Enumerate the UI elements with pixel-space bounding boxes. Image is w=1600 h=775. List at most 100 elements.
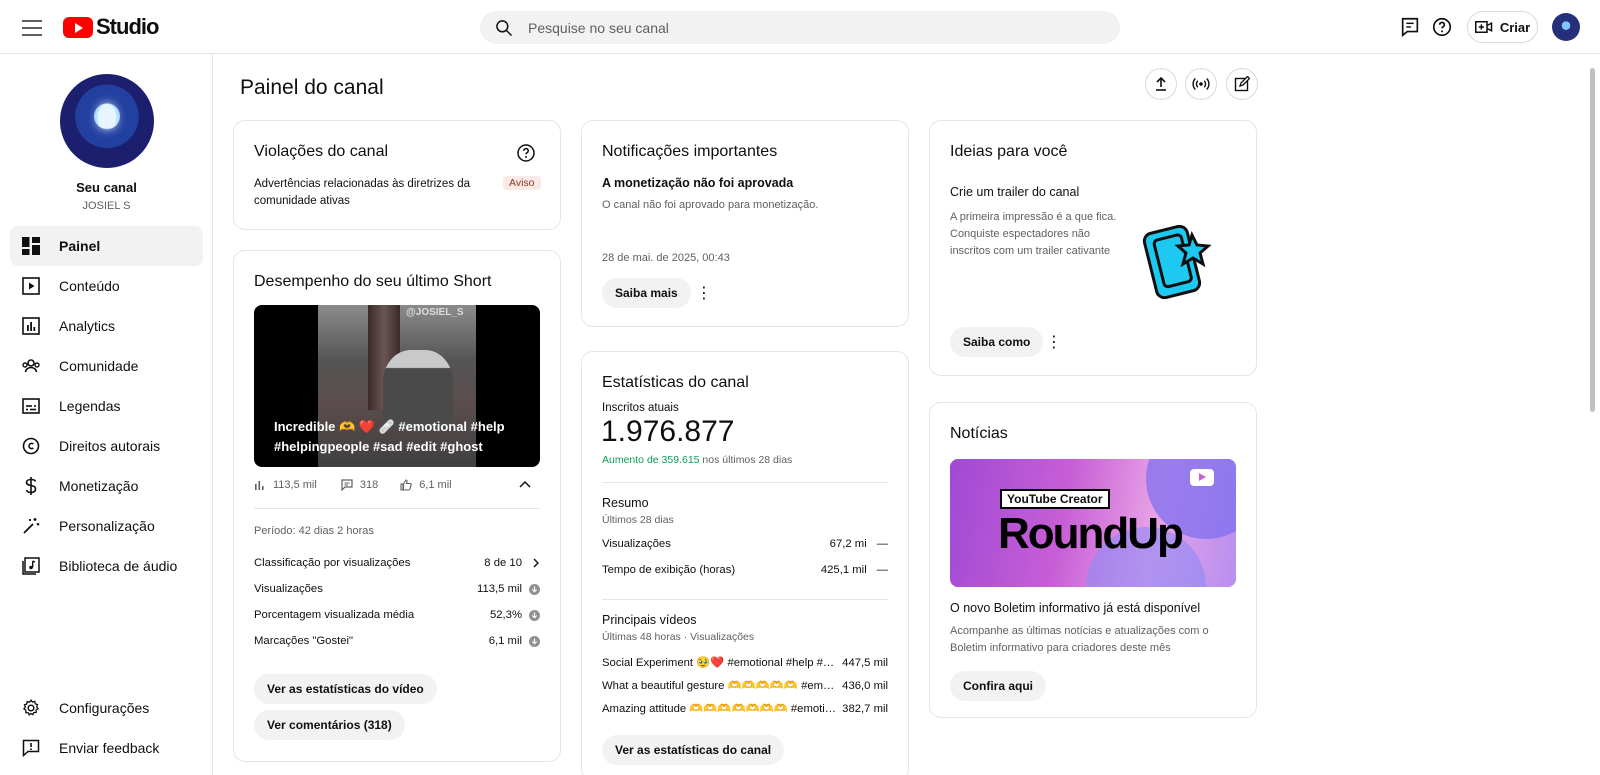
news-text: Acompanhe as últimas notícias e atualiza… — [950, 625, 1209, 654]
message-icon[interactable] — [1399, 16, 1421, 38]
short-metric-value: 113,5 mil — [477, 583, 522, 595]
top-video-views: 436,0 mil — [842, 679, 888, 692]
sidebar-item-direitos-autorais[interactable]: Direitos autorais — [10, 426, 203, 466]
more-options-icon[interactable]: ⋮ — [694, 283, 714, 303]
short-metric-label: Marcações "Gostei" — [254, 635, 354, 647]
help-icon[interactable] — [1431, 16, 1453, 38]
audio-library-icon — [21, 556, 41, 576]
top-video-row[interactable]: Social Experiment 🥹❤️ #emotional #help #… — [602, 656, 888, 670]
comments-icon — [341, 479, 353, 491]
status-badge: Aviso — [503, 176, 541, 190]
sidebar-item-painel[interactable]: Painel — [10, 226, 203, 266]
short-thumbnail[interactable]: @JOSIEL_S Incredible 🫶 ❤️ 🩹 #emotional #… — [254, 305, 540, 467]
live-button[interactable] — [1185, 68, 1217, 100]
sidebar-item-biblioteca-audio[interactable]: Biblioteca de áudio — [10, 546, 203, 586]
sidebar-item-label: Personalização — [59, 518, 155, 534]
view-channel-stats-button[interactable]: Ver as estatísticas do canal — [602, 735, 785, 765]
divider — [254, 508, 540, 509]
short-metric-label: Classificação por visualizações — [254, 557, 411, 569]
sidebar-item-monetizacao[interactable]: Monetização — [10, 466, 203, 506]
sidebar-item-label: Comunidade — [59, 358, 139, 374]
violations-card: Violações do canal Advertências relacion… — [233, 120, 561, 230]
sidebar-item-personalizacao[interactable]: Personalização — [10, 506, 203, 546]
ideas-text: A primeira impressão é a que fica. Conqu… — [950, 211, 1117, 257]
summary-subtitle: Últimos 28 dias — [602, 514, 674, 526]
subscribers-growth: Aumento de 359.615 — [602, 454, 700, 466]
analytics-icon — [21, 316, 41, 336]
channel-avatar[interactable] — [60, 74, 154, 168]
studio-logo[interactable]: Studio — [63, 14, 159, 40]
create-label: Criar — [1499, 19, 1531, 35]
notifications-title: Notificações importantes — [602, 143, 778, 160]
sidebar-item-analytics[interactable]: Analytics — [10, 306, 203, 346]
view-video-stats-button[interactable]: Ver as estatísticas do vídeo — [254, 674, 437, 704]
sidebar-item-comunidade[interactable]: Comunidade — [10, 346, 203, 386]
scrollbar-thumb[interactable] — [1590, 68, 1595, 412]
main-content: Painel do canal Violações do canal Adver… — [213, 54, 1600, 775]
help-circle-icon[interactable] — [516, 143, 536, 163]
top-video-row[interactable]: What a beautiful gesture 🫶🫶🫶🫶🫶 #emotiona… — [602, 679, 888, 693]
check-it-out-button[interactable]: Confira aqui — [950, 671, 1047, 701]
top-videos-title: Principais vídeos — [602, 613, 697, 627]
top-video-row[interactable]: Amazing attitude 🫶🫶🫶🫶🫶🫶🫶 #emotional #hel… — [602, 702, 888, 716]
ideas-subtitle: Crie um trailer do canal — [950, 185, 1080, 199]
more-options-icon[interactable]: ⋮ — [1044, 332, 1064, 352]
sidebar-item-configuracoes[interactable]: Configurações — [10, 688, 203, 728]
youtube-icon — [1190, 469, 1214, 486]
violations-title: Violações do canal — [254, 143, 389, 160]
short-metric-row: Marcações "Gostei" 6,1 mil — [254, 635, 540, 647]
last-short-card: Desempenho do seu último Short @JOSIEL_S… — [233, 250, 561, 762]
search-bar[interactable] — [480, 11, 1120, 44]
chevron-up-icon[interactable] — [519, 480, 531, 488]
like-icon — [400, 479, 412, 491]
short-watermark: @JOSIEL_S — [406, 307, 464, 318]
menu-icon[interactable] — [20, 15, 44, 39]
summary-trend: — — [876, 564, 888, 576]
short-caption: Incredible 🫶 ❤️ 🩹 #emotional #help #help… — [274, 419, 505, 454]
sidebar-item-label: Legendas — [59, 398, 121, 414]
sidebar: Seu canal JOSIEL S Painel Conteúdo Analy… — [0, 54, 213, 775]
news-title: Notícias — [950, 425, 1008, 442]
sidebar-item-enviar-feedback[interactable]: Enviar feedback — [10, 728, 203, 768]
short-metric-label: Visualizações — [254, 583, 323, 595]
sidebar-item-legendas[interactable]: Legendas — [10, 386, 203, 426]
top-video-title: Social Experiment 🥹❤️ #emotional #help #… — [602, 657, 842, 669]
settings-icon — [21, 698, 41, 718]
create-button[interactable]: Criar — [1467, 11, 1538, 43]
summary-value: 425,1 mil — [820, 564, 867, 576]
sidebar-item-label: Conteúdo — [59, 278, 120, 294]
news-subtitle: O novo Boletim informativo já está dispo… — [950, 601, 1201, 615]
post-button[interactable] — [1226, 68, 1258, 100]
short-period: Período: 42 dias 2 horas — [254, 525, 374, 537]
upload-button[interactable] — [1145, 68, 1177, 100]
edit-icon — [1234, 76, 1250, 92]
customization-icon — [21, 516, 41, 536]
stats-title: Estatísticas do canal — [602, 374, 749, 391]
account-avatar[interactable] — [1552, 13, 1580, 41]
channel-handle: JOSIEL S — [82, 200, 131, 212]
sidebar-item-label: Analytics — [59, 318, 116, 334]
summary-value: 67,2 mi — [829, 538, 867, 550]
sidebar-item-conteudo[interactable]: Conteúdo — [10, 266, 203, 306]
summary-label: Tempo de exibição (horas) — [602, 564, 736, 576]
sidebar-item-label: Direitos autorais — [59, 438, 161, 454]
learn-more-button[interactable]: Saiba mais — [602, 278, 691, 308]
top-video-title: What a beautiful gesture 🫶🫶🫶🫶🫶 #emotiona… — [602, 680, 842, 692]
down-arrow-icon — [529, 635, 540, 647]
channel-name: Seu canal — [76, 180, 137, 195]
learn-how-button[interactable]: Saiba como — [950, 327, 1044, 357]
short-views: 113,5 mil — [273, 479, 317, 491]
subscribers-count: 1.976.877 — [601, 415, 735, 448]
logo-text: Studio — [96, 14, 159, 39]
view-comments-button[interactable]: Ver comentários (318) — [254, 710, 405, 740]
notification-subtitle: A monetização não foi aprovada — [602, 176, 794, 190]
notification-text: O canal não foi aprovado para monetizaçã… — [602, 199, 819, 211]
news-image[interactable]: YouTube Creator RoundUp — [950, 459, 1236, 587]
search-input[interactable] — [528, 19, 1088, 36]
short-metric-row[interactable]: Classificação por visualizações 8 de 10 — [254, 557, 540, 569]
summary-label: Visualizações — [602, 538, 671, 550]
upload-icon — [1156, 76, 1166, 91]
content-icon — [21, 276, 41, 296]
short-likes: 6,1 mil — [419, 479, 452, 491]
channel-stats-card: Estatísticas do canal Inscritos atuais 1… — [581, 351, 909, 775]
